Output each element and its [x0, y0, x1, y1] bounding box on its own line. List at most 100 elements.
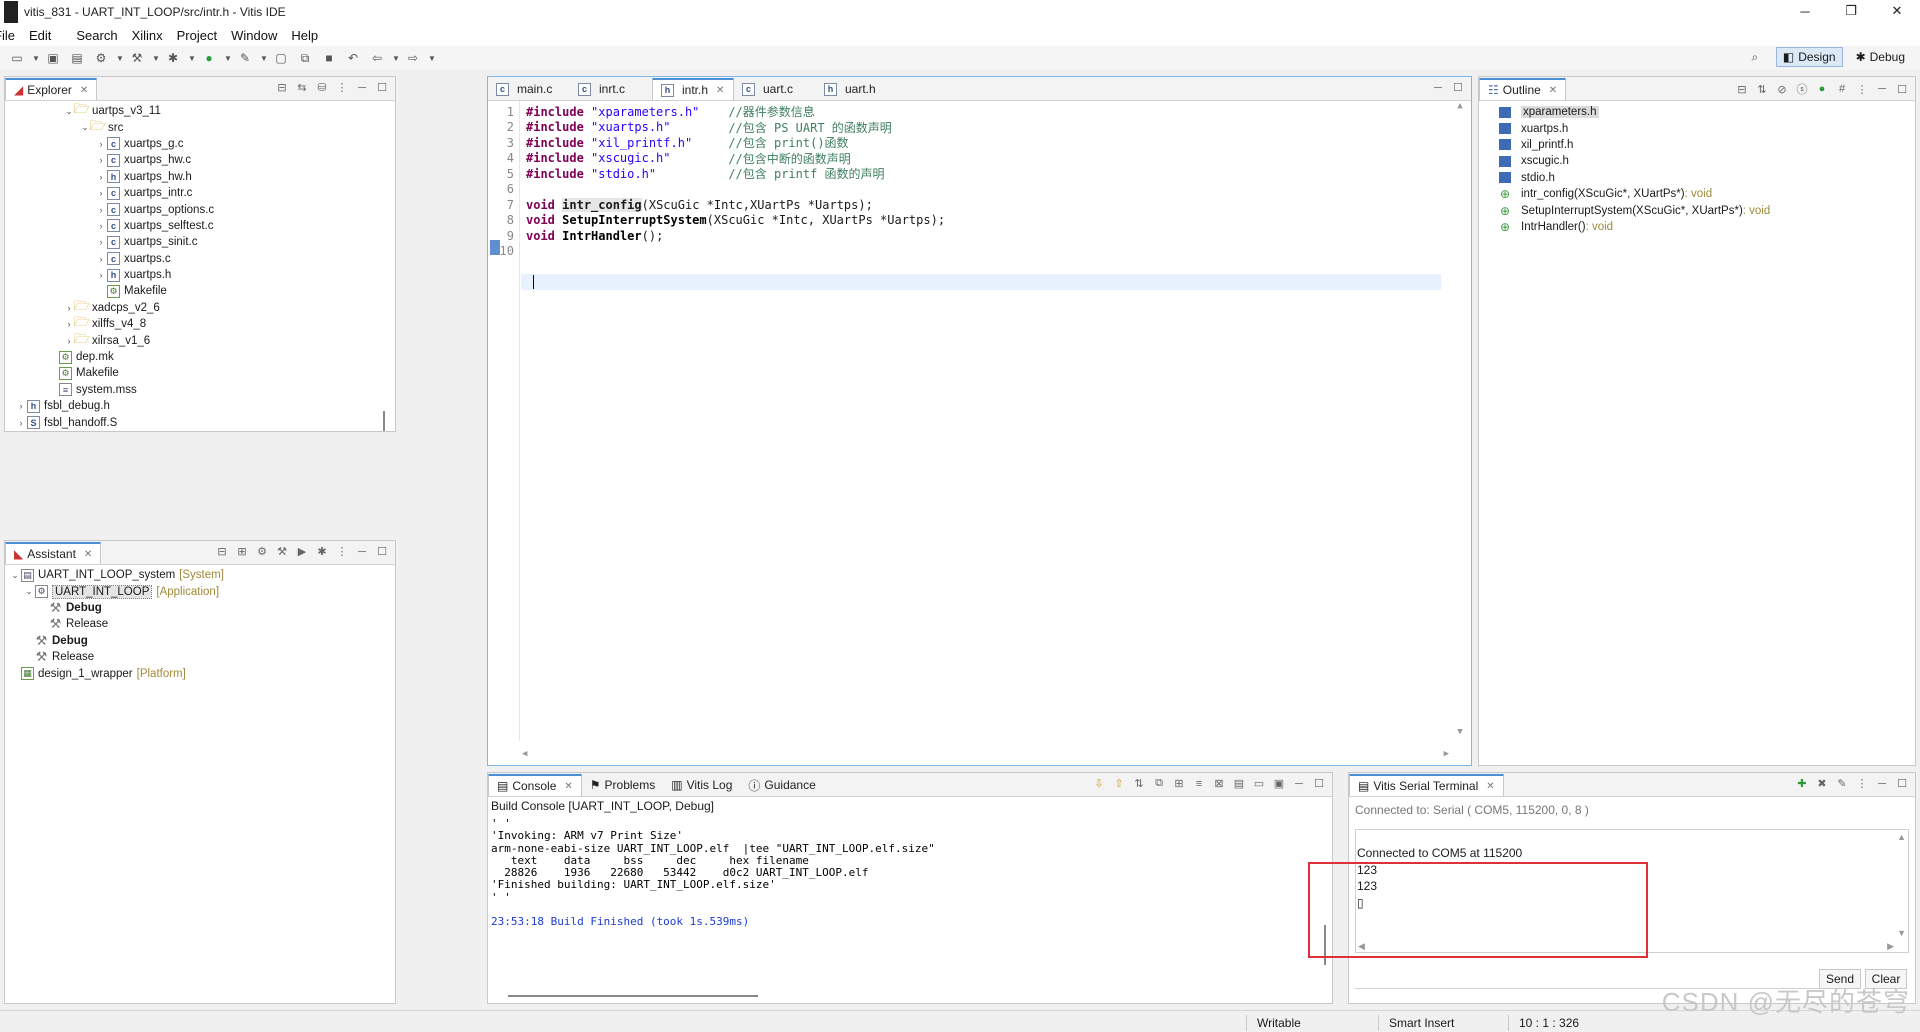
menu-window[interactable]: Window	[231, 28, 277, 43]
tab-serial-terminal[interactable]: ▤ Vitis Serial Terminal ✕	[1349, 774, 1504, 796]
dropdown-arrow-icon[interactable]: ▼	[428, 50, 436, 66]
tab-assistant[interactable]: ◣ Assistant ✕	[5, 542, 102, 564]
tab-problems[interactable]: ⚑ Problems	[582, 774, 663, 796]
tree-item[interactable]: ⚙ Makefile	[5, 283, 395, 299]
maximize-icon[interactable]: ☐	[1895, 83, 1909, 96]
open-console-icon[interactable]: ▭	[1252, 777, 1266, 790]
minimize-button[interactable]: ─	[1782, 0, 1828, 22]
tree-item[interactable]: ⚙ dep.mk	[5, 349, 395, 365]
terminal-scroll-right-icon[interactable]: ▶	[1887, 941, 1894, 952]
chevron-icon[interactable]: ›	[95, 237, 107, 247]
word-wrap-icon[interactable]: ⊞	[1172, 777, 1186, 790]
terminal-scroll-down-icon[interactable]: ▼	[1897, 928, 1906, 938]
build-hammer-icon[interactable]: ⚒	[128, 50, 146, 66]
copy-icon[interactable]: ⧉	[1152, 777, 1166, 790]
assistant-item[interactable]: ⌄ ⚙ UART_INT_LOOP [Application]	[5, 583, 395, 599]
sort-icon[interactable]: ⇅	[1755, 83, 1769, 96]
tree-item[interactable]: › c xuartps_sinit.c	[5, 234, 395, 250]
tab-guidance[interactable]: ⓘ Guidance	[740, 774, 823, 796]
tree-item[interactable]: › c xuartps_options.c	[5, 201, 395, 217]
maximize-icon[interactable]: ☐	[1451, 81, 1465, 94]
view-menu-icon[interactable]: ⋮	[1855, 777, 1869, 790]
back-icon[interactable]: ⇦	[368, 50, 386, 66]
minimize-icon[interactable]: ─	[355, 82, 369, 94]
dropdown-arrow-icon[interactable]: ▼	[188, 50, 196, 66]
group-icon[interactable]: #	[1835, 83, 1849, 95]
next-icon[interactable]: ⇩	[1092, 777, 1106, 790]
tree-item[interactable]: ⌄ 🗁 src	[5, 118, 395, 135]
tab-console[interactable]: ▤ Console ✕	[488, 774, 582, 796]
tree-item[interactable]: › c xuartps_intr.c	[5, 185, 395, 201]
console-hscroll-thumb[interactable]	[508, 995, 758, 997]
dropdown-arrow-icon[interactable]: ▼	[152, 50, 160, 66]
tab-intr-h[interactable]: h intr.h ✕	[652, 78, 734, 100]
outline-item[interactable]: ⊕ intr_config(XScuGic*, XUartPs*) : void	[1479, 186, 1915, 202]
pin-icon[interactable]: ⊠	[1212, 777, 1226, 790]
debug-perspective-button[interactable]: ✱ Debug	[1849, 47, 1912, 67]
assistant-item[interactable]: ⚒ Release	[5, 616, 395, 632]
menu-edit[interactable]: Edit	[29, 28, 51, 43]
tree-item[interactable]: › c xuartps.c	[5, 251, 395, 267]
tab-main-c[interactable]: c main.c	[488, 78, 570, 100]
tree-item[interactable]: › c xuartps_hw.c	[5, 152, 395, 168]
chevron-icon[interactable]: ⌄	[9, 570, 21, 581]
tab-inrt-c[interactable]: c inrt.c	[570, 78, 652, 100]
filter-icon[interactable]: ⛁	[315, 81, 329, 94]
menu-project[interactable]: Project	[177, 28, 217, 43]
collapse-all-icon[interactable]: ⊟	[215, 545, 229, 558]
chevron-icon[interactable]: ›	[95, 205, 107, 215]
assistant-item[interactable]: ⚒ Debug	[5, 600, 395, 616]
tree-item[interactable]: ≡ system.mss	[5, 382, 395, 398]
outline-item[interactable]: ⊕ SetupInterruptSystem(XScuGic*, XUartPs*…	[1479, 202, 1915, 218]
view-menu-icon[interactable]: ⋮	[335, 81, 349, 94]
scroll-up-icon[interactable]: ▲	[1453, 101, 1467, 111]
run-icon[interactable]: ●	[200, 50, 218, 66]
save-all-icon[interactable]: ▤	[68, 50, 86, 66]
scroll-lock-icon[interactable]: ⇅	[1132, 777, 1146, 790]
chevron-icon[interactable]: ›	[95, 221, 107, 231]
dropdown-arrow-icon[interactable]: ▼	[116, 50, 124, 66]
tree-item[interactable]: › h xuartps.h	[5, 267, 395, 283]
explorer-scrollbar[interactable]	[383, 411, 385, 431]
collapse-all-icon[interactable]: ⊟	[1735, 83, 1749, 96]
clear-icon[interactable]: ≡	[1192, 778, 1206, 790]
code-area[interactable]: 1 #include "xparameters.h" //器件参数信息 2 #incl…	[490, 104, 946, 259]
debug-bug-icon[interactable]: ✱	[164, 50, 182, 66]
last-edit-icon[interactable]: ↶	[344, 50, 362, 66]
console-icon[interactable]: ■	[320, 50, 338, 66]
tab-uart-h[interactable]: h uart.h	[816, 78, 898, 100]
tree-item[interactable]: › h xuartps_hw.h	[5, 169, 395, 185]
chevron-icon[interactable]: ›	[95, 270, 107, 280]
tree-item[interactable]: › 🗁 xilffs_v4_8	[5, 314, 395, 332]
chevron-icon[interactable]: ›	[95, 254, 107, 264]
scroll-left-icon[interactable]: ◀	[522, 749, 527, 763]
dropdown-arrow-icon[interactable]: ▼	[260, 50, 268, 66]
minimize-icon[interactable]: ─	[1431, 82, 1445, 94]
outline-item[interactable]: ⊕ IntrHandler() : void	[1479, 219, 1915, 235]
search-icon[interactable]: ⌕	[1746, 49, 1764, 65]
disconnect-icon[interactable]: ✖	[1815, 777, 1829, 790]
build-config-icon[interactable]: ⚙	[92, 50, 110, 66]
expand-icon[interactable]: ⊞	[235, 545, 249, 558]
forward-icon[interactable]: ⇨	[404, 50, 422, 66]
tree-item[interactable]: › 🗁 xadcps_v2_6	[5, 298, 395, 316]
hide-nonpublic-icon[interactable]: ●	[1815, 83, 1829, 95]
run-icon[interactable]: ▶	[295, 545, 309, 558]
design-perspective-button[interactable]: ◧ Design	[1775, 47, 1843, 67]
vertical-scrollbar[interactable]: ▲ ▼	[1453, 101, 1467, 741]
tree-item[interactable]: ⚙ Makefile	[5, 365, 395, 381]
chevron-icon[interactable]: ›	[95, 172, 107, 182]
settings-icon[interactable]: ⚙	[255, 545, 269, 558]
tree-item[interactable]: › h fsbl_debug.h	[5, 398, 395, 414]
tab-explorer[interactable]: ◢ Explorer ✕	[5, 78, 98, 100]
maximize-icon[interactable]: ☐	[1312, 777, 1326, 790]
chevron-icon[interactable]: ›	[15, 401, 27, 411]
close-icon[interactable]: ✕	[716, 85, 724, 96]
view-menu-icon[interactable]: ⋮	[1855, 83, 1869, 96]
maximize-button[interactable]: ❐	[1828, 0, 1874, 22]
console-output[interactable]: ' ' 'Invoking: ARM v7 Print Size' arm-none…	[488, 813, 1332, 932]
outline-item[interactable]: xuartps.h	[1479, 120, 1915, 136]
prev-icon[interactable]: ⇧	[1112, 777, 1126, 790]
assistant-item[interactable]: ⚒ Release	[5, 649, 395, 665]
close-icon[interactable]: ✕	[1486, 781, 1494, 792]
